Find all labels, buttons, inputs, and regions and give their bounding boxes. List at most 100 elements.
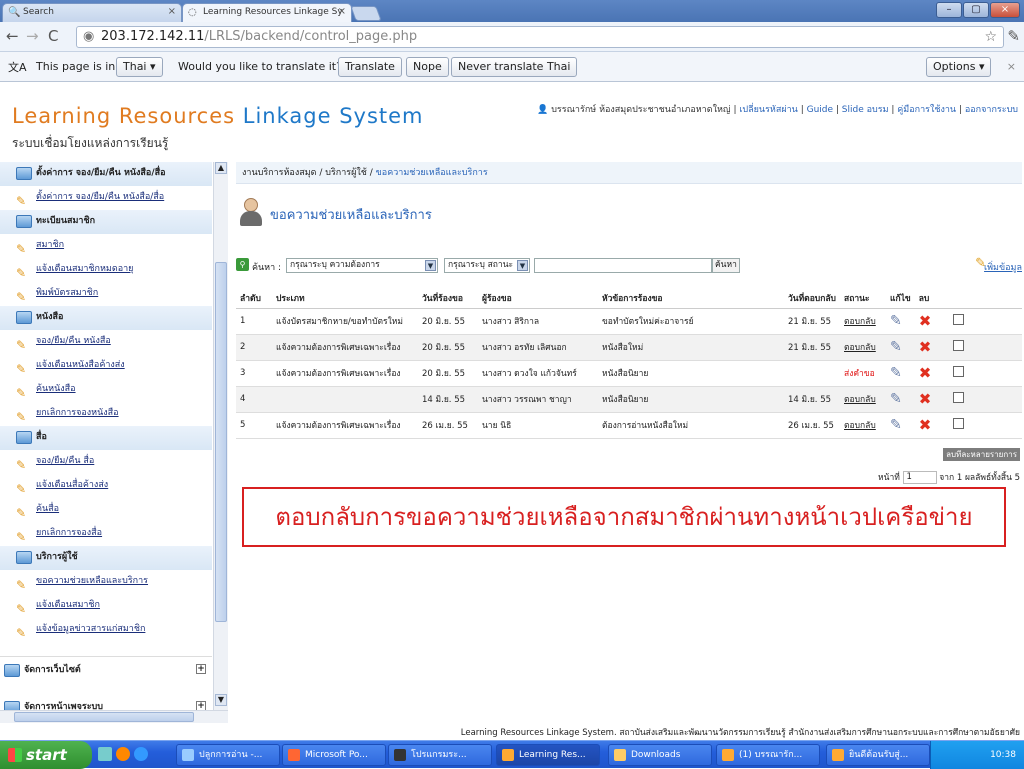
sidebar-group[interactable]: สื่อ (0, 426, 212, 450)
sidebar-item-label[interactable]: ค้นสื่อ (36, 504, 59, 514)
add-record-link[interactable]: เพิ่มข้อมูล (984, 260, 1022, 274)
status-link[interactable]: ตอบกลับ (844, 395, 876, 405)
expand-icon[interactable]: + (196, 701, 206, 710)
sidebar-item[interactable]: ✎ ยกเลิกการจองสื่อ (0, 522, 212, 546)
reload-icon[interactable]: C (48, 27, 58, 45)
sidebar-item-label[interactable]: แจ้งเตือนสมาชิก (36, 600, 100, 610)
sidebar-group[interactable]: หนังสือ (0, 306, 212, 330)
start-button[interactable]: start (0, 741, 92, 769)
sidebar-item[interactable]: ✎ ค้นหนังสือ (0, 378, 212, 402)
sidebar-item-label[interactable]: ยกเลิกการจองหนังสือ (36, 408, 119, 418)
taskbar-button[interactable]: โปรแกรมระ... (388, 744, 492, 766)
sidebar-item-label[interactable]: พิมพ์บัตรสมาชิก (36, 288, 98, 298)
translate-button[interactable]: Translate (338, 57, 402, 77)
scrollbar-thumb[interactable] (14, 712, 194, 722)
forward-icon[interactable]: → (26, 27, 39, 45)
sidebar-section-web[interactable]: จัดการเว็บไซต์ + (0, 656, 212, 682)
sidebar-item-label[interactable]: ค้นหนังสือ (36, 384, 76, 394)
close-tab-icon[interactable]: × (338, 6, 346, 17)
logout-link[interactable]: ออกจากระบบ (965, 105, 1018, 115)
sidebar-item-label[interactable]: ตั้งค่าการ จอง/ยืม/คืน หนังสือ/สื่อ (36, 192, 164, 202)
sidebar-item[interactable]: ✎ แจ้งเตือนสื่อค้างส่ง (0, 474, 212, 498)
delete-multiple-button[interactable]: ลบทีละหลายรายการ (943, 448, 1020, 461)
ie-icon[interactable] (134, 747, 148, 761)
row-checkbox[interactable] (952, 392, 964, 403)
taskbar-button[interactable]: Learning Res... (496, 744, 600, 766)
edit-icon[interactable]: ✎ (890, 365, 902, 381)
sidebar-item-label[interactable]: ยกเลิกการจองสื่อ (36, 528, 102, 538)
sidebar-item[interactable]: ✎ สมาชิก (0, 234, 212, 258)
taskbar-button[interactable]: ปลูกการอ่าน -... (176, 744, 280, 766)
sidebar-group[interactable]: ตั้งค่าการ จอง/ยืม/คืน หนังสือ/สื่อ (0, 162, 212, 186)
slide-link[interactable]: Slide อบรม (842, 105, 889, 115)
scrollbar-thumb[interactable] (215, 262, 227, 622)
row-checkbox[interactable] (952, 340, 964, 351)
never-translate-button[interactable]: Never translate Thai (451, 57, 578, 77)
manual-link[interactable]: คู่มือการใช้งาน (897, 105, 956, 115)
sidebar-item-label[interactable]: แจ้งเตือนสื่อค้างส่ง (36, 480, 108, 490)
sidebar-item[interactable]: ✎ ขอความช่วยเหลือและบริการ (0, 570, 212, 594)
sidebar-section-next[interactable]: จัดการหน้าเพจระบบ + (0, 694, 212, 710)
sidebar-hscrollbar[interactable] (0, 710, 228, 723)
sidebar-item[interactable]: ✎ ยกเลิกการจองหนังสือ (0, 402, 212, 426)
new-tab-button[interactable] (350, 6, 382, 21)
sidebar-item-label[interactable]: จอง/ยืม/คืน หนังสือ (36, 336, 111, 346)
delete-icon[interactable]: ✖ (919, 416, 932, 434)
sidebar-item[interactable]: ✎ จอง/ยืม/คืน หนังสือ (0, 330, 212, 354)
edit-icon[interactable]: ✎ (890, 339, 902, 355)
sidebar-item[interactable]: ✎ แจ้งข้อมูลข่าวสารแก่สมาชิก (0, 618, 212, 642)
need-filter-select[interactable]: กรุณาระบุ ความต้องการ ▼ (286, 258, 438, 273)
status-link[interactable]: ตอบกลับ (844, 343, 876, 353)
sidebar-item[interactable]: ✎ แจ้งเตือนสมาชิก (0, 594, 212, 618)
sidebar-scrollbar[interactable]: ▲ ▼ (213, 162, 228, 722)
tab-search[interactable]: 🔍 Search × (2, 3, 182, 22)
sidebar-item-label[interactable]: แจ้งเตือนสมาชิกหมดอายุ (36, 264, 133, 274)
search-input[interactable] (534, 258, 712, 273)
sidebar-item-label[interactable]: ขอความช่วยเหลือและบริการ (36, 576, 148, 586)
sidebar-group[interactable]: ทะเบียนสมาชิก (0, 210, 212, 234)
close-bar-icon[interactable]: × (1007, 60, 1016, 73)
scroll-up-icon[interactable]: ▲ (215, 162, 227, 174)
sidebar-item-label[interactable]: แจ้งข้อมูลข่าวสารแก่สมาชิก (36, 624, 145, 634)
maximize-button[interactable]: ▢ (963, 2, 989, 18)
taskbar-button[interactable]: Microsoft Po... (282, 744, 386, 766)
sidebar-item-label[interactable]: จอง/ยืม/คืน สื่อ (36, 456, 94, 466)
wrench-icon[interactable]: ✎ (1007, 27, 1020, 45)
breadcrumb-current[interactable]: ขอความช่วยเหลือและบริการ (376, 168, 488, 178)
delete-icon[interactable]: ✖ (919, 364, 932, 382)
language-select[interactable]: Thai ▾ (116, 57, 163, 77)
sidebar-item-label[interactable]: สมาชิก (36, 240, 64, 250)
sidebar-item[interactable]: ✎ จอง/ยืม/คืน สื่อ (0, 450, 212, 474)
delete-icon[interactable]: ✖ (919, 338, 932, 356)
taskbar-button[interactable]: ยินดีต้อนรับสู่... (826, 744, 930, 766)
status-link[interactable]: ตอบกลับ (844, 421, 876, 431)
expand-icon[interactable]: + (196, 664, 206, 674)
taskbar-button[interactable]: (1) บรรณารัก... (716, 744, 820, 766)
status-link[interactable]: ส่งคำขอ (844, 369, 875, 379)
sidebar-item[interactable]: ✎ แจ้งเตือนสมาชิกหมดอายุ (0, 258, 212, 282)
row-checkbox[interactable] (952, 314, 964, 325)
address-bar[interactable]: ◉ 203.172.142.11/LRLS/backend/control_pa… (76, 26, 1004, 48)
desktop-icon[interactable] (98, 747, 112, 761)
edit-icon[interactable]: ✎ (890, 417, 902, 433)
back-icon[interactable]: ← (6, 27, 19, 45)
status-filter-select[interactable]: กรุณาระบุ สถานะ ▼ (444, 258, 530, 273)
scroll-down-icon[interactable]: ▼ (215, 694, 227, 706)
delete-icon[interactable]: ✖ (919, 312, 932, 330)
status-link[interactable]: ตอบกลับ (844, 317, 876, 327)
page-input[interactable]: 1 (902, 471, 937, 484)
close-tab-icon[interactable]: × (168, 6, 176, 17)
tab-lrls[interactable]: ◌ Learning Resources Linkage Sy × (182, 3, 352, 22)
sidebar-group[interactable]: บริการผู้ใช้ (0, 546, 212, 570)
search-button[interactable]: ค้นหา (712, 258, 740, 273)
nope-button[interactable]: Nope (406, 57, 449, 77)
edit-icon[interactable]: ✎ (890, 313, 902, 329)
row-checkbox[interactable] (952, 418, 964, 429)
firefox-icon[interactable] (116, 747, 130, 761)
delete-icon[interactable]: ✖ (919, 390, 932, 408)
close-window-button[interactable]: × (990, 2, 1020, 18)
edit-icon[interactable]: ✎ (890, 391, 902, 407)
bookmark-star-icon[interactable]: ☆ (984, 27, 997, 47)
sidebar-item-label[interactable]: แจ้งเตือนหนังสือค้างส่ง (36, 360, 125, 370)
taskbar-button[interactable]: Downloads (608, 744, 712, 766)
